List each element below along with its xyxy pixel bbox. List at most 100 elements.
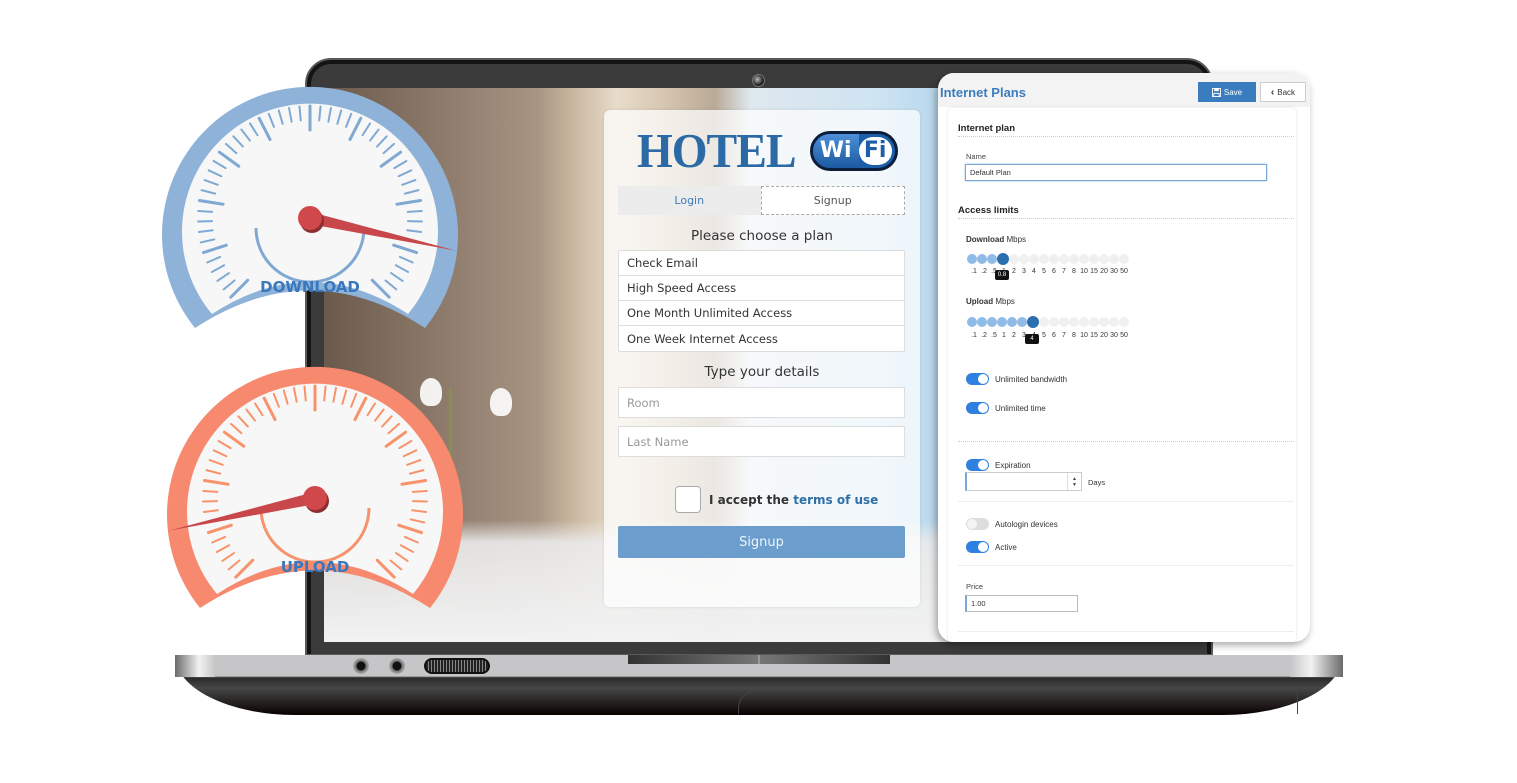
back-label: Back	[1277, 87, 1296, 97]
slider-step[interactable]	[997, 317, 1007, 327]
slider-step[interactable]	[977, 254, 987, 264]
room-input[interactable]	[618, 387, 905, 418]
plan-option[interactable]: High Speed Access	[619, 276, 904, 301]
gauge-hub	[303, 486, 327, 510]
slider-tick-label: 10	[1080, 268, 1088, 275]
slider-step[interactable]	[1039, 317, 1049, 327]
autologin-row: Autologin devices	[966, 518, 1058, 530]
upload-speed-gauge: UPLOAD	[167, 366, 464, 608]
laptop-base-edge	[1290, 655, 1343, 677]
last-name-input[interactable]	[618, 426, 905, 457]
slider-step[interactable]	[1049, 317, 1059, 327]
slider-tick-label: 20	[1100, 332, 1108, 339]
slider-step[interactable]	[967, 254, 977, 264]
signup-button[interactable]: Signup	[618, 526, 905, 558]
slider-step[interactable]	[1039, 254, 1049, 264]
plan-name-input[interactable]	[965, 164, 1267, 181]
slider-step[interactable]	[977, 317, 987, 327]
slider-step[interactable]	[1059, 317, 1069, 327]
slider-knob[interactable]	[997, 253, 1009, 265]
slider-step[interactable]	[1109, 317, 1119, 327]
slider-step[interactable]	[1059, 254, 1069, 264]
slider-step[interactable]	[1099, 254, 1109, 264]
laptop-hinge-divider	[758, 655, 760, 664]
plan-option[interactable]: One Month Unlimited Access	[619, 301, 904, 326]
slider-tick-label: 8	[1072, 332, 1076, 339]
slider-step[interactable]	[1049, 254, 1059, 264]
autologin-devices-toggle[interactable]	[966, 518, 989, 530]
slider-step[interactable]	[967, 317, 977, 327]
terms-of-use-link[interactable]: terms of use	[793, 493, 878, 507]
upload-slider-label: Upload Mbps	[966, 297, 1015, 306]
slider-step[interactable]	[1089, 254, 1099, 264]
unlimited-time-toggle[interactable]	[966, 402, 989, 414]
name-label: Name	[966, 152, 987, 161]
chevron-down-icon[interactable]: ▼	[1072, 482, 1077, 488]
slider-tick-label: 5	[1042, 332, 1046, 339]
slider-knob[interactable]	[1027, 316, 1039, 328]
active-row: Active	[966, 541, 1017, 553]
price-input[interactable]	[965, 595, 1078, 612]
flower-decoration	[490, 388, 512, 416]
slider-step[interactable]	[1119, 317, 1129, 327]
section-divider	[958, 631, 1294, 632]
slider-tick-label: 6	[1052, 332, 1056, 339]
active-toggle[interactable]	[966, 541, 989, 553]
slider-tick-label: .1	[971, 268, 977, 275]
webcam-icon	[752, 74, 765, 87]
internet-plans-panel: Internet Plans Save ‹ Back Internet plan…	[938, 73, 1310, 642]
slider-step[interactable]	[1009, 254, 1019, 264]
slider-step[interactable]	[1099, 317, 1109, 327]
gauge-tick	[323, 385, 327, 402]
access-limits-heading: Access limits	[958, 205, 1019, 216]
slider-step[interactable]	[1119, 254, 1129, 264]
upload-speed-slider[interactable]	[967, 316, 1129, 329]
terms-checkbox[interactable]	[675, 486, 701, 513]
active-label: Active	[995, 542, 1017, 552]
download-speed-slider[interactable]	[967, 253, 1129, 266]
upload-label: Upload	[966, 297, 994, 306]
download-unit: Mbps	[1006, 235, 1027, 244]
slider-step[interactable]	[1069, 317, 1079, 327]
trackpad-edge	[738, 690, 1298, 714]
download-value-tooltip: 0.8	[995, 270, 1009, 280]
captive-portal-card: HOTEL Wi Fi Login Signup Please choose a…	[604, 110, 920, 607]
gauge-label: UPLOAD	[281, 558, 350, 576]
upload-slider-ticks: .1.2.5123456781015203050	[969, 332, 1129, 339]
slider-step[interactable]	[1069, 254, 1079, 264]
slider-tick-label: 5	[1042, 268, 1046, 275]
slider-tick-label: 7	[1062, 332, 1066, 339]
speaker-grille-icon	[424, 658, 490, 674]
logo-fi-text: Fi	[858, 136, 892, 165]
slider-tick-label: 30	[1110, 332, 1118, 339]
tab-signup[interactable]: Signup	[760, 186, 905, 215]
save-label: Save	[1223, 87, 1243, 97]
gauge-tick	[411, 489, 428, 493]
expiration-days-input[interactable]: ▲ ▼	[965, 472, 1082, 491]
slider-step[interactable]	[987, 254, 997, 264]
save-button[interactable]: Save	[1198, 82, 1256, 102]
slider-step[interactable]	[1007, 317, 1017, 327]
expiration-toggle[interactable]	[966, 459, 989, 471]
chevron-left-icon: ‹	[1270, 86, 1275, 98]
slider-step[interactable]	[1089, 317, 1099, 327]
slider-step[interactable]	[1079, 317, 1089, 327]
plan-option[interactable]: Check Email	[619, 251, 904, 276]
tab-login[interactable]: Login	[618, 186, 761, 215]
plan-option[interactable]: One Week Internet Access	[619, 326, 904, 351]
unlimited-bandwidth-toggle[interactable]	[966, 373, 989, 385]
hotel-wifi-logo: HOTEL Wi Fi	[637, 124, 898, 177]
slider-step[interactable]	[1079, 254, 1089, 264]
page-title: Internet Plans	[940, 85, 1026, 100]
days-spinner[interactable]: ▲ ▼	[1067, 473, 1081, 490]
slider-step[interactable]	[987, 317, 997, 327]
back-button[interactable]: ‹ Back	[1260, 82, 1306, 102]
slider-step[interactable]	[1109, 254, 1119, 264]
slider-tick-label: 2	[1012, 332, 1016, 339]
unlimited-time-label: Unlimited time	[995, 403, 1046, 413]
slider-step[interactable]	[1029, 254, 1039, 264]
panel-header: Internet Plans Save ‹ Back	[938, 73, 1310, 107]
plan-form: Internet plan Name Access limits Downloa…	[948, 108, 1296, 642]
slider-step[interactable]	[1017, 317, 1027, 327]
slider-step[interactable]	[1019, 254, 1029, 264]
